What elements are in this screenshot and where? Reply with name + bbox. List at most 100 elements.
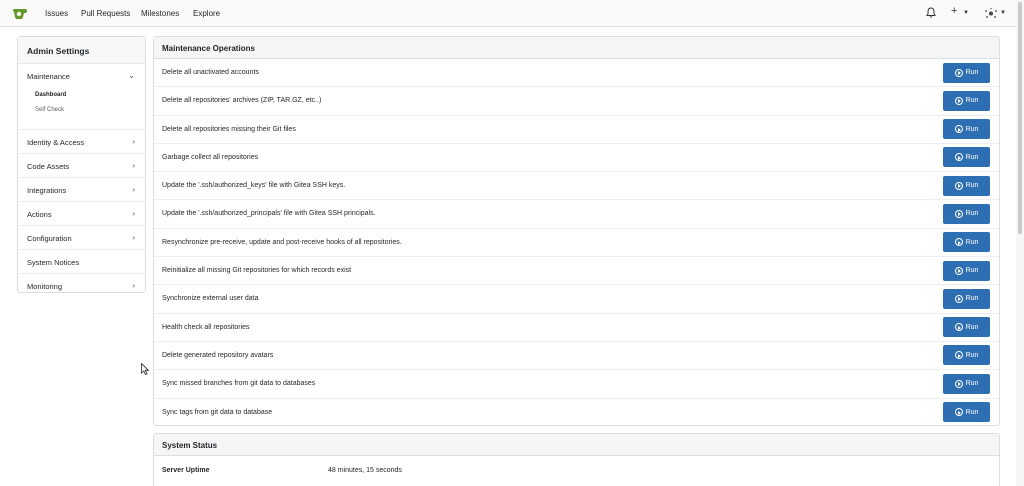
user-avatar-icon[interactable] (984, 7, 998, 20)
system-status-panel: System Status Server Uptime 48 minutes, … (153, 433, 1000, 486)
play-circle-icon (954, 294, 963, 303)
sidebar-item-label: Integrations (27, 186, 67, 195)
create-caret-icon[interactable]: ▼ (963, 10, 969, 16)
operation-row: Delete generated repository avatars Run (154, 342, 999, 371)
run-button-label: Run (965, 125, 979, 133)
operation-label: Sync missed branches from git data to da… (162, 380, 316, 388)
admin-sidebar: Admin Settings Maintenance ⌄ Dashboard S… (17, 36, 146, 293)
run-button[interactable]: Run (943, 90, 990, 111)
sidebar-item-configuration[interactable]: Configuration › (18, 226, 145, 250)
bell-icon[interactable] (926, 7, 936, 18)
operation-label: Delete all unactivated accounts (162, 69, 259, 76)
page-scrollbar[interactable] (1016, 0, 1024, 486)
top-navbar: Issues Pull Requests Milestones Explore … (0, 0, 1016, 27)
run-button[interactable]: Run (943, 317, 990, 338)
gitea-logo-icon[interactable] (12, 7, 28, 20)
chevron-right-icon: › (132, 209, 135, 218)
play-circle-icon (954, 408, 963, 417)
operation-row: Synchronize external user data Run (154, 285, 999, 314)
nav-milestones-link[interactable]: Milestones (141, 9, 179, 18)
chevron-right-icon: › (132, 233, 135, 242)
operation-label: Reinitialize all missing Git repositorie… (162, 267, 352, 275)
run-button[interactable]: Run (943, 345, 990, 366)
sidebar-item-label: Monitoring (27, 282, 63, 291)
chevron-right-icon: › (132, 185, 135, 194)
run-button-label: Run (965, 380, 979, 388)
sidebar-item-integrations[interactable]: Integrations › (18, 178, 145, 202)
run-button[interactable]: Run (943, 147, 990, 168)
chevron-right-icon: › (132, 137, 135, 146)
user-caret-icon[interactable]: ▼ (1000, 10, 1006, 16)
operation-label: Update the '.ssh/authorized_keys' file w… (162, 182, 346, 190)
operation-label: Delete generated repository avatars (162, 351, 274, 359)
operation-row: Reinitialize all missing Git repositorie… (154, 257, 999, 286)
operation-label: Sync tags from git data to database (162, 408, 273, 416)
status-value: 48 minutes, 15 seconds (328, 467, 402, 474)
plus-icon[interactable]: + (951, 5, 957, 17)
run-button-label: Run (965, 153, 979, 161)
play-circle-icon (954, 181, 963, 190)
sidebar-item-label: Configuration (27, 234, 72, 243)
nav-pull-requests-link[interactable]: Pull Requests (81, 9, 130, 18)
operation-label: Health check all repositories (162, 323, 250, 331)
sidebar-subitem-self-check[interactable]: Self Check (18, 103, 145, 118)
sidebar-item-monitoring[interactable]: Monitoring › (18, 274, 145, 298)
run-button[interactable]: Run (943, 232, 990, 253)
nav-explore-link[interactable]: Explore (193, 9, 220, 18)
sidebar-item-maintenance[interactable]: Maintenance ⌄ (18, 64, 145, 88)
play-circle-icon (954, 379, 963, 388)
run-button-label: Run (965, 182, 979, 190)
sidebar-item-identity-access[interactable]: Identity & Access › (18, 130, 145, 154)
operation-row: Garbage collect all repositories Run (154, 144, 999, 173)
operation-row: Delete all repositories' archives (ZIP, … (154, 87, 999, 116)
operation-label: Delete all repositories' archives (ZIP, … (162, 97, 322, 105)
run-button[interactable]: Run (943, 203, 990, 224)
sidebar-subitem-dashboard[interactable]: Dashboard (18, 88, 145, 103)
scrollbar-thumb[interactable] (1018, 2, 1022, 234)
nav-issues-link[interactable]: Issues (45, 9, 68, 18)
sidebar-title: Admin Settings (18, 37, 145, 64)
run-button[interactable]: Run (943, 402, 990, 423)
run-button-label: Run (965, 323, 979, 331)
play-circle-icon (954, 351, 963, 360)
play-circle-icon (954, 96, 963, 105)
operation-label: Delete all repositories missing their Gi… (162, 125, 296, 133)
chevron-down-icon: ⌄ (128, 71, 135, 80)
operation-row: Health check all repositories Run (154, 314, 999, 342)
play-circle-icon (954, 209, 963, 218)
run-button[interactable]: Run (943, 260, 990, 281)
operation-label: Update the '.ssh/authorized_principals' … (162, 210, 376, 218)
sidebar-item-system-notices[interactable]: System Notices (18, 250, 145, 274)
status-row-server-uptime: Server Uptime 48 minutes, 15 seconds (154, 456, 999, 478)
mouse-cursor-icon (141, 363, 149, 375)
maintenance-operations-title: Maintenance Operations (154, 37, 999, 59)
sidebar-item-label: Code Assets (27, 162, 70, 171)
operation-row: Sync missed branches from git data to da… (154, 370, 999, 399)
run-button-label: Run (965, 69, 979, 76)
run-button-label: Run (965, 351, 979, 359)
run-button-label: Run (965, 238, 979, 246)
sidebar-group-maintenance: Maintenance ⌄ Dashboard Self Check (18, 64, 145, 130)
play-circle-icon (954, 323, 963, 332)
run-button[interactable]: Run (943, 62, 990, 83)
run-button-label: Run (965, 408, 979, 416)
play-circle-icon (954, 266, 963, 275)
status-key: Server Uptime (162, 467, 210, 474)
operation-label: Garbage collect all repositories (162, 153, 259, 161)
operations-list: Delete all unactivated accounts Run Delete… (154, 59, 999, 427)
sidebar-item-label: Identity & Access (27, 138, 85, 147)
run-button-label: Run (965, 97, 979, 105)
play-circle-icon (954, 238, 963, 247)
operation-label: Resynchronize pre-receive, update and po… (162, 238, 402, 246)
run-button[interactable]: Run (943, 119, 990, 140)
sidebar-item-code-assets[interactable]: Code Assets › (18, 154, 145, 178)
sidebar-item-actions[interactable]: Actions › (18, 202, 145, 226)
run-button[interactable]: Run (943, 373, 990, 394)
run-button-label: Run (965, 295, 979, 303)
run-button[interactable]: Run (943, 288, 990, 309)
chevron-right-icon: › (132, 281, 135, 290)
operation-label: Synchronize external user data (162, 295, 259, 303)
operation-row: Delete all unactivated accounts Run (154, 59, 999, 88)
run-button-label: Run (965, 210, 979, 218)
run-button[interactable]: Run (943, 175, 990, 196)
